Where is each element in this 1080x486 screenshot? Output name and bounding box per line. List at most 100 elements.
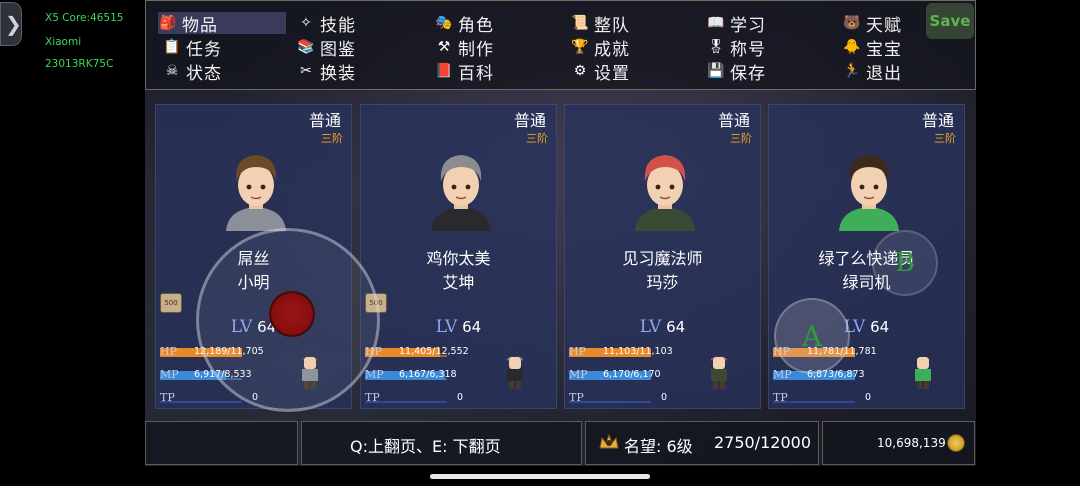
menu-item-label: 技能 (320, 15, 356, 36)
bottom-bar-left-slot (145, 421, 298, 465)
reputation-value: 2750/12000 (714, 433, 812, 452)
menu-item-pets[interactable]: 🐥 宝宝 (842, 36, 902, 60)
character-level: LV 64 (565, 317, 760, 337)
menu-item-status[interactable]: ☠ 状态 (162, 60, 222, 84)
b-button[interactable]: B (872, 230, 938, 296)
gold-amount: 10,698,139 (877, 436, 946, 450)
character-sprite (711, 356, 727, 389)
home-indicator[interactable] (430, 474, 650, 479)
tp-value: 0 (661, 392, 668, 403)
menu-item-label: 状态 (186, 63, 222, 84)
joystick-knob[interactable] (269, 291, 315, 337)
menu-item-label: 天赋 (866, 15, 902, 36)
bag-icon: 🎒 (159, 15, 177, 31)
tp-stat: TP 0 (569, 391, 679, 405)
side-drawer-handle[interactable]: ❯ (0, 2, 22, 46)
device-brand-label: Xiaomi (45, 36, 82, 48)
character-portrait (839, 155, 899, 231)
masks-icon: 🎭 (435, 15, 453, 31)
reputation-panel: 名望: 6级 2750/12000 (585, 421, 819, 465)
mp-label: MP (160, 368, 179, 381)
menu-item-formation[interactable]: 📜 整队 (570, 12, 630, 36)
menu-item-character[interactable]: 🎭 角色 (434, 12, 494, 36)
menu-item-handbook[interactable]: 📚 图鉴 (296, 36, 356, 60)
menu-item-label: 退出 (866, 63, 902, 84)
menu-item-quests[interactable]: 📋 任务 (162, 36, 222, 60)
hp-label: HP (569, 345, 586, 358)
bear-icon: 🐻 (843, 15, 861, 31)
menu-item-label: 角色 (458, 15, 494, 36)
character-portrait (635, 155, 695, 231)
scroll-icon: 📜 (571, 15, 589, 31)
level-prefix: LV (639, 317, 662, 337)
menu-item-label: 物品 (182, 15, 218, 36)
character-card[interactable]: 普通 三阶 鸡你太美 艾坤 500 LV 64 HP 11,405/12,552 MP 6,167… (360, 104, 557, 409)
medal-icon: 🎖 (707, 39, 725, 55)
handbook-icon: 📚 (297, 39, 315, 55)
menu-item-save[interactable]: 💾 保存 (706, 60, 766, 84)
menu-item-talent[interactable]: 🐻 天赋 (842, 12, 902, 36)
menu-item-outfit[interactable]: ✂ 换装 (296, 60, 356, 84)
rank-label: 三阶 (934, 132, 956, 145)
outfit-icon: ✂ (300, 63, 312, 79)
hp-value: 11,103/11,103 (603, 346, 673, 357)
menu-item-items[interactable]: 🎒 物品 (158, 12, 286, 36)
menu-item-label: 制作 (458, 39, 494, 60)
mp-stat: MP 6,170/6,170 (569, 368, 679, 382)
menu-item-label: 设置 (594, 63, 630, 84)
menu-item-label: 学习 (730, 15, 766, 36)
character-card[interactable]: 普通 三阶 见习魔法师 玛莎 LV 64 HP 11,103/11,103 MP 6,170/6… (564, 104, 761, 409)
paging-hint-panel: Q:上翻页、E: 下翻页 (301, 421, 582, 465)
gear-icon: ⚙ (573, 63, 587, 79)
tp-stat: TP 0 (365, 391, 475, 405)
difficulty-label: 普通 (921, 111, 954, 130)
tp-label: TP (160, 391, 175, 404)
menu-item-label: 宝宝 (866, 39, 902, 60)
mp-label: MP (569, 368, 588, 381)
rank-label: 三阶 (526, 132, 548, 145)
chevron-right-icon: ❯ (5, 12, 22, 36)
gold-panel: 10,698,139 (822, 421, 975, 465)
hp-value: 11,405/12,552 (399, 346, 469, 357)
menu-item-exit[interactable]: 🏃 退出 (842, 60, 902, 84)
menu-item-crafting[interactable]: ⚒ 制作 (434, 36, 494, 60)
device-core-label: X5 Core:46515 (45, 12, 124, 24)
device-model-label: 23013RK75C (45, 58, 114, 70)
hp-stat: HP 11,405/12,552 (365, 345, 475, 359)
quest-icon: 📋 (163, 39, 181, 55)
quick-save-button[interactable]: Save (926, 3, 974, 39)
rank-label: 三阶 (730, 132, 752, 145)
menu-item-label: 图鉴 (320, 39, 356, 60)
difficulty-label: 普通 (308, 111, 341, 130)
menu-item-label: 换装 (320, 63, 356, 84)
level-value: 64 (870, 318, 890, 336)
gold-coin-icon (947, 434, 965, 452)
character-title: 见习魔法师 (622, 249, 703, 268)
menu-item-achievements[interactable]: 🏆 成就 (570, 36, 630, 60)
menu-item-skills[interactable]: ✧ 技能 (296, 12, 356, 36)
badge-500-icon: 500 (160, 293, 182, 313)
character-level: LV 64 (361, 317, 556, 337)
character-portrait (226, 155, 286, 231)
character-title: 鸡你太美 (426, 249, 491, 268)
character-sprite (507, 356, 523, 389)
wing-icon: ✧ (300, 15, 312, 31)
level-value: 64 (462, 318, 482, 336)
a-button[interactable]: A (774, 298, 850, 374)
book-icon: 📖 (707, 15, 725, 31)
rank-label: 三阶 (321, 132, 343, 145)
character-portrait (431, 155, 491, 231)
menu-item-learn[interactable]: 📖 学习 (706, 12, 766, 36)
character-name: 艾坤 (442, 273, 475, 292)
difficulty-label: 普通 (513, 111, 546, 130)
tp-value: 0 (865, 392, 872, 403)
reputation-label: 名望: 6级 (624, 437, 693, 456)
chick-icon: 🐥 (843, 39, 861, 55)
mp-label: MP (365, 368, 384, 381)
menu-item-encyclopedia[interactable]: 📕 百科 (434, 60, 494, 84)
hp-stat: HP 11,103/11,103 (569, 345, 679, 359)
menu-item-titles[interactable]: 🎖 称号 (706, 36, 766, 60)
menu-item-label: 百科 (458, 63, 494, 84)
anvil-icon: ⚒ (437, 39, 451, 55)
menu-item-settings[interactable]: ⚙ 设置 (570, 60, 630, 84)
